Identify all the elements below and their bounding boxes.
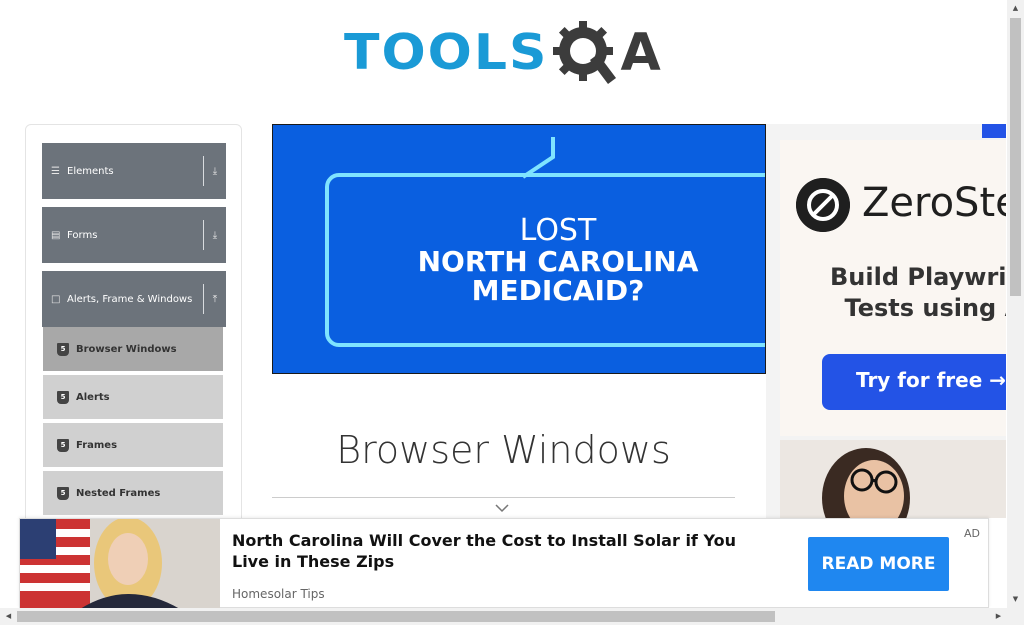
sidebar-item-label: Nested Frames [76, 487, 161, 499]
html5-icon: 5 [57, 342, 69, 356]
ad-photo-image [20, 519, 220, 609]
banner-line-3: MEDICAID? [471, 273, 645, 307]
sidebar-item-label: Browser Windows [76, 343, 177, 355]
side-ad-tagline-2: Tests using A [844, 294, 1006, 323]
scroll-up-arrow-icon[interactable]: ▲ [1007, 0, 1024, 17]
sidebar: ☰ Elements ⤓ ▤ Forms ⤓ □ Alerts, Frame &… [25, 124, 242, 544]
page-title: Browser Windows [336, 428, 671, 472]
window-icon: □ [51, 293, 61, 305]
horizontal-scrollbar[interactable]: ◀ ▶ [0, 608, 1024, 625]
scrollbar-thumb[interactable] [17, 611, 775, 622]
gear-magnifier-icon [553, 21, 617, 84]
page: TOOLS A ☰ Elements ⤓ ▤ Forms ⤓ □ Alerts,… [0, 0, 1024, 625]
scroll-left-arrow-icon[interactable]: ◀ [0, 608, 17, 625]
logo-text: TOOLS [344, 24, 549, 82]
side-ad-tagline: Build Playwrig Tests using A [830, 262, 1006, 324]
sidebar-group-elements[interactable]: ☰ Elements ⤓ [42, 143, 226, 199]
chevron-down-icon[interactable] [494, 502, 510, 514]
side-ad-card: ZeroSte Build Playwrig Tests using A Try… [780, 140, 1006, 436]
sidebar-item-label: Frames [76, 439, 118, 451]
banner-ad[interactable]: LOST NORTH CAROLINA MEDICAID? [272, 124, 766, 374]
banner-line-2: NORTH CAROLINA [417, 244, 699, 278]
sidebar-item-frames[interactable]: 5 Frames [43, 423, 223, 469]
sidebar-item-label: Alerts [76, 391, 110, 403]
toolsqa-logo[interactable]: TOOLS A [344, 16, 661, 90]
download-arrow-icon: ⤓ [212, 229, 218, 241]
read-more-button[interactable]: READ MORE [808, 537, 949, 591]
sidebar-item-nested-frames[interactable]: 5 Nested Frames [43, 471, 223, 517]
side-ad-brand: ZeroSte [862, 180, 1006, 226]
bottom-ad-source: Homesolar Tips [232, 587, 325, 601]
ad-badge: AD [964, 527, 980, 540]
sidebar-group-alerts-frame-windows[interactable]: □ Alerts, Frame & Windows ⤒ [42, 271, 226, 327]
menu-icon: ☰ [51, 165, 60, 177]
scrollbar-thumb[interactable] [1010, 18, 1021, 296]
banner-line-1: LOST [519, 213, 597, 248]
sidebar-group-forms[interactable]: ▤ Forms ⤓ [42, 207, 226, 263]
banner-headline: LOST NORTH CAROLINA MEDICAID? [333, 213, 765, 307]
html5-icon: 5 [57, 438, 69, 452]
speech-bubble-tail [521, 137, 555, 179]
bottom-ad-title[interactable]: North Carolina Will Cover the Cost to In… [232, 531, 772, 573]
sidebar-item-alerts[interactable]: 5 Alerts [43, 375, 223, 421]
scroll-down-arrow-icon[interactable]: ▼ [1007, 591, 1024, 608]
sidebar-group-label: Forms [67, 229, 98, 241]
ad-accent-strip [982, 124, 1006, 138]
side-ad[interactable]: ZeroSte Build Playwrig Tests using A Try… [766, 124, 1006, 518]
scroll-right-arrow-icon[interactable]: ▶ [990, 608, 1007, 625]
bottom-ad-photo [20, 519, 220, 609]
logo-suffix: A [620, 23, 661, 83]
sidebar-item-browser-windows[interactable]: 5 Browser Windows [43, 327, 223, 373]
zerostep-logo-icon [796, 178, 850, 232]
woman-photo [780, 440, 1006, 518]
vertical-scrollbar[interactable]: ▲ ▼ [1007, 0, 1024, 608]
html5-icon: 5 [57, 390, 69, 404]
side-ad-photo [780, 440, 1006, 518]
bottom-ad[interactable]: North Carolina Will Cover the Cost to In… [19, 518, 989, 609]
sidebar-group-label: Alerts, Frame & Windows [67, 293, 193, 305]
divider [272, 497, 735, 498]
sidebar-group-label: Elements [67, 165, 114, 177]
upload-arrow-icon: ⤒ [212, 293, 218, 305]
side-ad-tagline-1: Build Playwrig [830, 263, 1006, 291]
form-icon: ▤ [51, 229, 61, 241]
try-for-free-button[interactable]: Try for free → [822, 354, 1006, 410]
download-arrow-icon: ⤓ [212, 165, 218, 177]
html5-icon: 5 [57, 486, 69, 500]
